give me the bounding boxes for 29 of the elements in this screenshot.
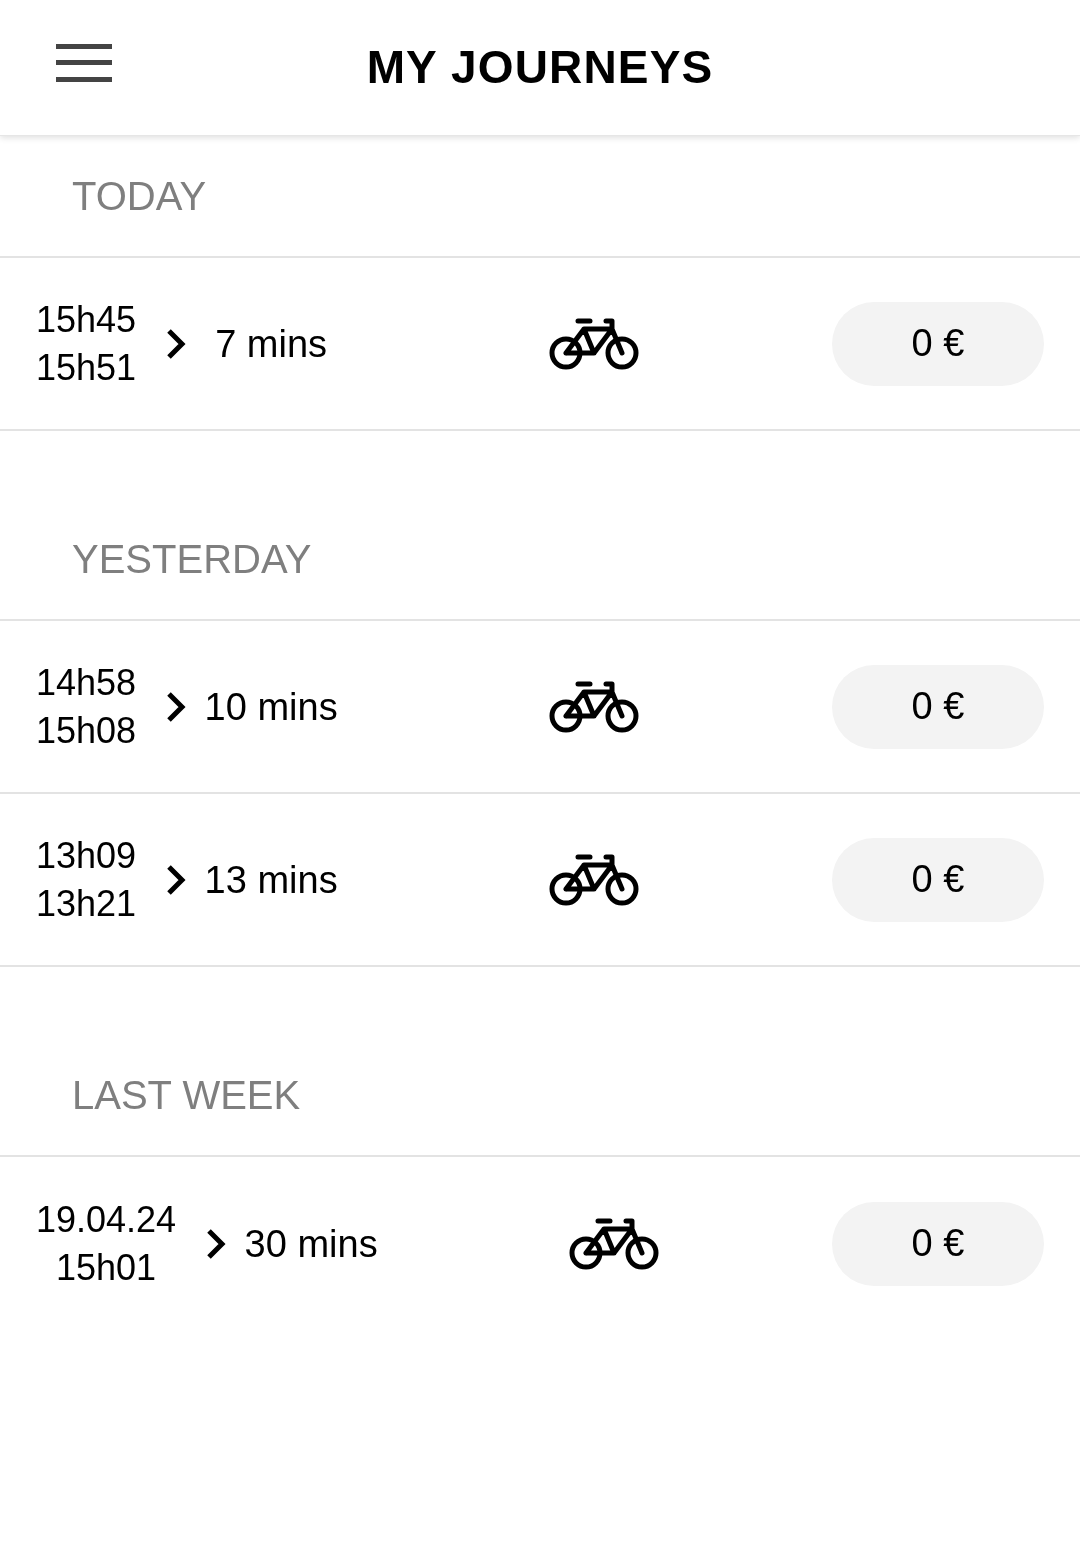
start-time: 19.04.24 <box>36 1197 177 1242</box>
section-header: YESTERDAY <box>72 536 312 583</box>
duration: 13 mins <box>204 857 338 903</box>
price-pill: 0 € <box>832 664 1044 749</box>
duration: 30 mins <box>244 1221 378 1267</box>
end-time: 13h21 <box>36 881 137 926</box>
price-pill: 0 € <box>832 1201 1044 1286</box>
start-time: 13h09 <box>36 833 137 878</box>
bicycle-icon <box>548 852 641 907</box>
duration: 10 mins <box>204 684 338 730</box>
price-pill: 0 € <box>832 301 1044 386</box>
section-header: TODAY <box>72 173 207 220</box>
end-time: 15h01 <box>56 1245 157 1290</box>
price-pill: 0 € <box>832 837 1044 922</box>
page-title: MY JOURNEYS <box>366 40 714 95</box>
bicycle-icon <box>568 1216 661 1271</box>
section-header: LAST WEEK <box>72 1072 301 1119</box>
end-time: 15h51 <box>36 345 137 390</box>
bicycle-icon <box>548 679 641 734</box>
end-time: 15h08 <box>36 708 137 753</box>
start-time: 15h45 <box>36 297 137 342</box>
menu-icon[interactable] <box>56 44 112 82</box>
chevron-right-icon <box>206 1227 227 1260</box>
start-time: 14h58 <box>36 660 137 705</box>
chevron-right-icon <box>166 690 187 723</box>
bicycle-icon <box>548 316 641 371</box>
chevron-right-icon <box>166 327 187 360</box>
chevron-right-icon <box>166 863 187 896</box>
duration: 7 mins <box>215 321 328 367</box>
